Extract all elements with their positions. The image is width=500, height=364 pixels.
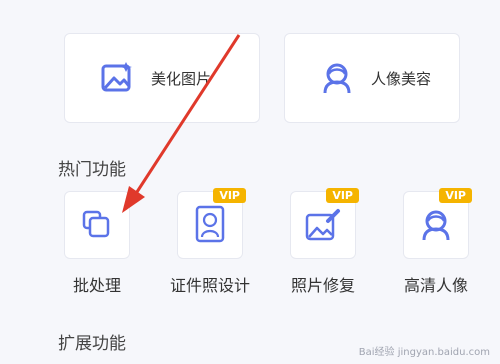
watermark: Bai经验 jingyan.baidu.com [358,347,490,358]
red-arrow-annotation [122,34,241,213]
